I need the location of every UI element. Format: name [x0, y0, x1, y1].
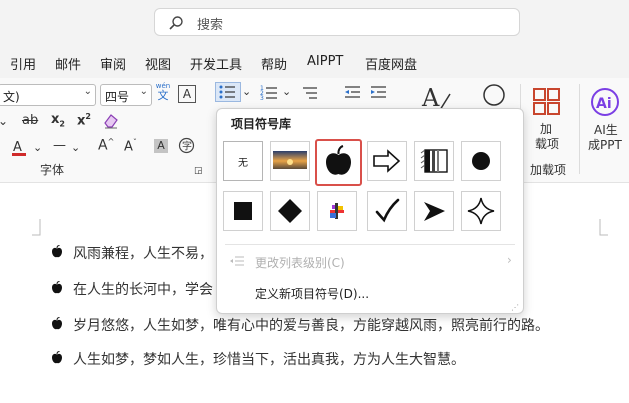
bullet-option-square-fancy[interactable] [414, 141, 454, 181]
clear-format-icon[interactable] [102, 112, 120, 133]
chevron-down-icon[interactable]: ⌄ [71, 141, 80, 154]
menu-item-help[interactable]: 帮助 [261, 54, 287, 73]
menu-item-references[interactable]: 引用 [10, 54, 36, 73]
subscript-button[interactable]: x2 [51, 112, 65, 129]
bullet-option-diamond[interactable] [270, 191, 310, 231]
menu-separator [225, 244, 515, 245]
apple-bullet-icon [51, 351, 63, 369]
list-item-text: 风雨兼程，人生不易， [73, 246, 213, 262]
change-level-icon [229, 254, 245, 271]
enclose-char-icon[interactable]: 字 [178, 137, 195, 157]
filled-square-icon [234, 202, 252, 220]
addins-group-label: 加载项 [530, 163, 567, 177]
char-shading-icon[interactable]: A [154, 139, 168, 153]
chevron-down-icon[interactable]: ⌄ [242, 85, 251, 98]
strikethrough-button[interactable]: ab [22, 113, 38, 128]
svg-text:字: 字 [182, 140, 192, 153]
bullet-option-check[interactable] [367, 191, 407, 231]
bullet-option-apple[interactable] [315, 139, 362, 186]
search-box[interactable]: 搜索 [154, 8, 520, 36]
char-border-button[interactable]: A [178, 85, 196, 103]
ai-ppt-label-2[interactable]: 成PPT [588, 136, 622, 153]
apple-icon [326, 145, 351, 175]
font-group-label: 字体 [40, 163, 65, 177]
chevron-down-icon: ⌄ [139, 86, 148, 97]
bullet-option-square[interactable] [223, 191, 263, 231]
svg-text:3: 3 [260, 95, 264, 102]
group-separator [579, 84, 580, 174]
font-name-value: 文) [3, 90, 20, 104]
colorful-star-icon [330, 203, 344, 219]
phonetic-guide-button[interactable]: wén 文 [154, 82, 172, 102]
font-color-icon[interactable]: A [10, 138, 32, 161]
superscript-button[interactable]: x2 [77, 112, 91, 128]
bullet-option-picture[interactable] [270, 141, 310, 181]
menu-item-mailings[interactable]: 邮件 [55, 54, 81, 73]
menu-bar: 引用 邮件 审阅 视图 开发工具 帮助 AIPPT 百度网盘 [0, 46, 629, 78]
filled-circle-icon [472, 152, 490, 170]
decrease-indent-icon[interactable] [342, 83, 362, 106]
filled-diamond-icon [278, 199, 302, 223]
menu-item-view[interactable]: 视图 [145, 54, 171, 73]
hollow-arrow-icon [373, 149, 401, 173]
bullets-button[interactable] [215, 82, 241, 102]
bullet-option-colorful[interactable] [317, 191, 357, 231]
bullet-option-pointer[interactable] [414, 191, 454, 231]
bullet-option-arrow[interactable] [367, 141, 407, 181]
menu-item-developer[interactable]: 开发工具 [190, 54, 242, 73]
list-item-text: 人生如梦，梦如人生，珍惜当下，活出真我，方为人生大智慧。 [73, 352, 465, 368]
text-effects-icon[interactable]: — [53, 138, 66, 153]
change-list-level-item[interactable]: 更改列表级别(C) [255, 254, 345, 271]
ai-icon-text: Ai [596, 96, 612, 112]
menu-item-aippt[interactable]: AIPPT [307, 54, 343, 69]
apple-bullet-icon [51, 317, 63, 335]
multilevel-list-icon[interactable] [299, 83, 319, 106]
list-item-text: 岁月悠悠，人生如梦，唯有心中的爱与善良，方能穿越风雨，照亮前行的路。 [73, 318, 549, 334]
apple-bullet-icon [51, 281, 63, 299]
chevron-down-icon[interactable]: ⌄ [0, 114, 8, 128]
menu-item-review[interactable]: 审阅 [100, 54, 126, 73]
phonetic-char: 文 [157, 89, 169, 102]
char-border-label: A [182, 87, 192, 101]
bullet-library-dropdown: 项目符号库 无 更改列表级别(C) › 定义新项目符号(D)... ⋰ [216, 108, 524, 314]
arrowhead-icon [424, 202, 445, 221]
shaded-square-icon [420, 149, 448, 173]
chevron-down-icon: ⌄ [83, 86, 92, 97]
superscript-2: 2 [85, 112, 91, 121]
search-icon [168, 15, 184, 35]
sunset-picture-icon [273, 151, 307, 169]
shrink-font-icon[interactable]: Aˇ [124, 138, 137, 154]
bullet-none-label: 无 [238, 158, 248, 169]
font-size-value: 四号 [105, 90, 130, 104]
bullet-library-title: 项目符号库 [231, 117, 292, 131]
subscript-2: 2 [59, 119, 65, 129]
addins-icon[interactable] [533, 88, 561, 119]
chevron-down-icon[interactable]: ⌄ [282, 85, 291, 98]
bullet-option-star[interactable] [461, 191, 501, 231]
apple-bullet-icon [51, 245, 63, 263]
font-size-combo[interactable]: 四号 ⌄ [100, 84, 152, 106]
ai-ppt-icon[interactable]: Ai [590, 87, 620, 120]
define-new-bullet-item[interactable]: 定义新项目符号(D)... [255, 285, 369, 302]
title-bar: 搜索 [0, 0, 629, 46]
grow-font-icon[interactable]: A^ [98, 137, 114, 154]
dialog-launcher-icon[interactable]: ◲ [194, 166, 203, 176]
increase-indent-icon[interactable] [368, 83, 388, 106]
checkmark-icon [375, 198, 400, 223]
numbering-icon[interactable]: 123 [259, 83, 279, 106]
resize-grip-icon[interactable]: ⋰ [511, 303, 519, 312]
font-name-combo[interactable]: 文) ⌄ [0, 84, 96, 106]
four-point-star-icon [467, 197, 495, 225]
bullet-option-dot[interactable] [461, 141, 501, 181]
bullet-option-none[interactable]: 无 [223, 141, 263, 181]
svg-text:A: A [13, 140, 22, 155]
menu-item-baidu-netdisk[interactable]: 百度网盘 [365, 54, 417, 73]
chevron-right-icon: › [507, 253, 512, 267]
addins-label-2[interactable]: 载项 [535, 135, 559, 152]
search-placeholder: 搜索 [197, 18, 224, 33]
list-item-text: 在人生的长河中，学会 [73, 282, 213, 298]
chevron-down-icon[interactable]: ⌄ [33, 141, 42, 154]
